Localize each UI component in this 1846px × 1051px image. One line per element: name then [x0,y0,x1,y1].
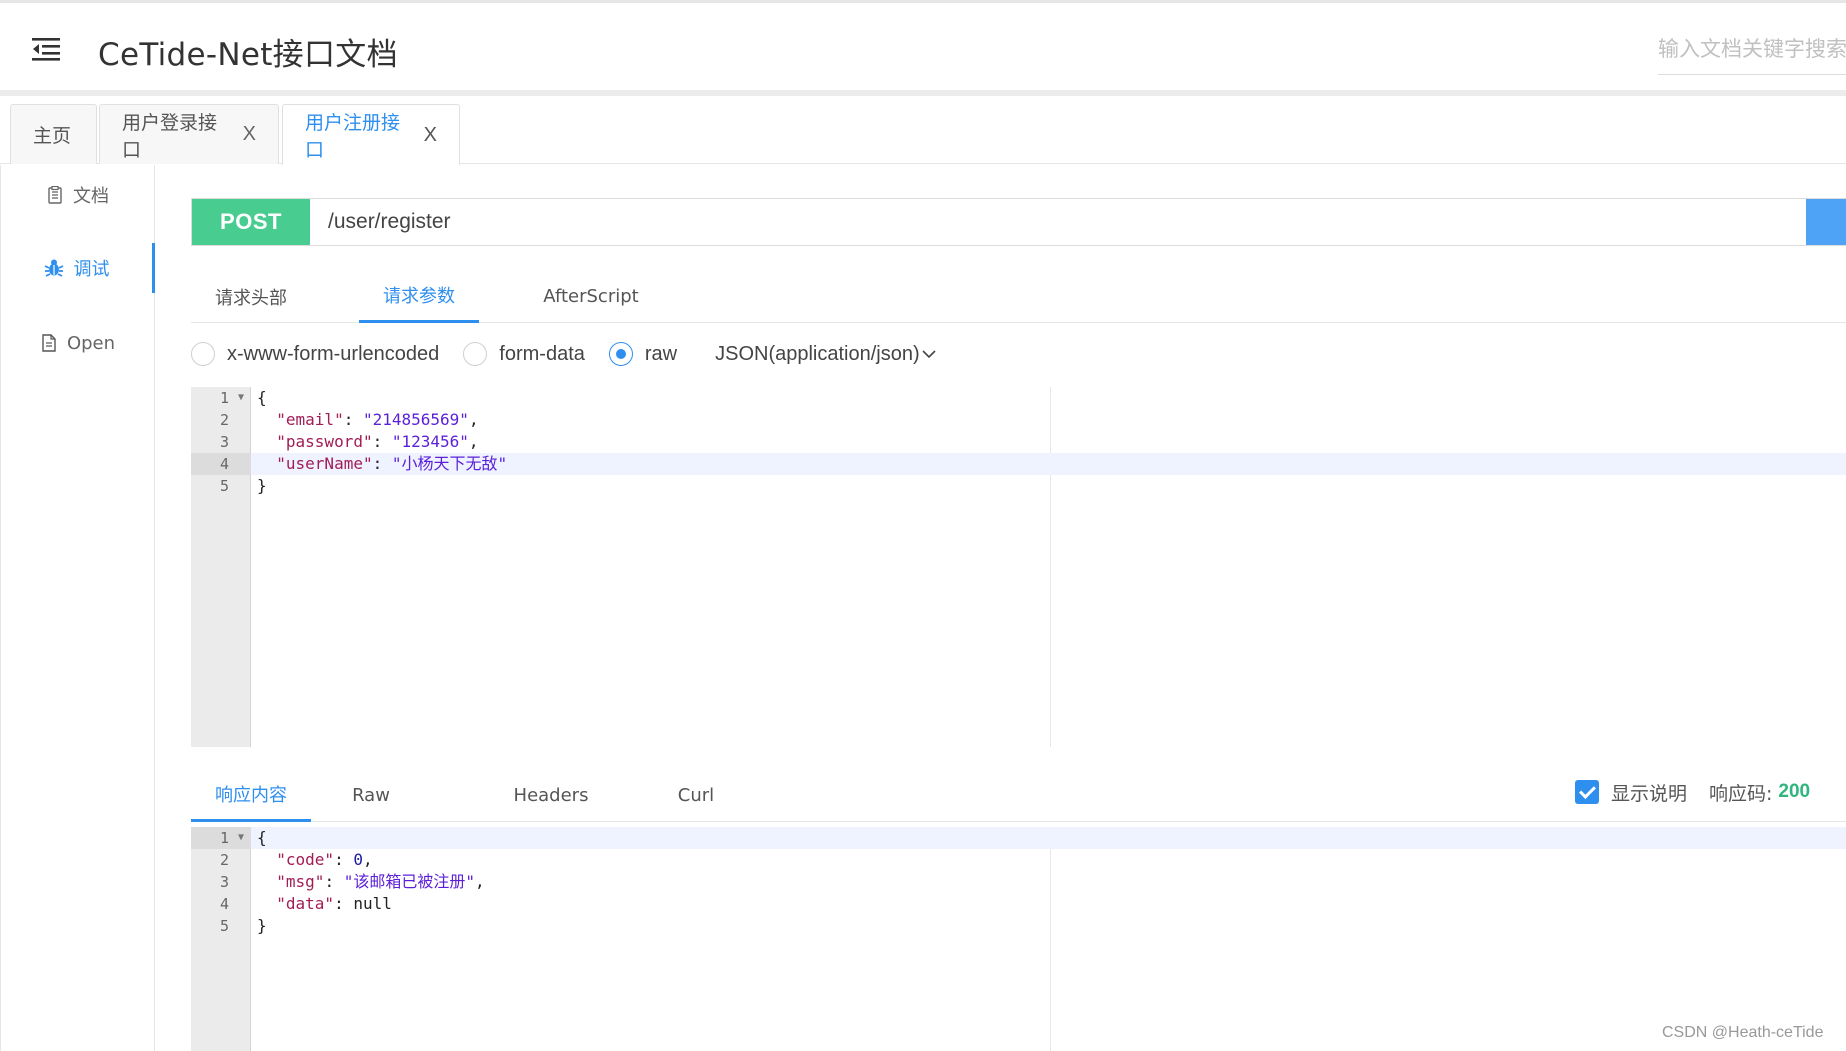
line-number: 2 [219,411,229,429]
code-line: 5 } [191,915,1846,937]
tab-home[interactable]: 主页 [10,104,97,164]
line-number: 4 [191,453,251,475]
radio-label: form-data [499,342,585,365]
json-number: 0 [353,850,363,869]
code-line: 4 "data": null [191,893,1846,915]
tab-request-params[interactable]: 请求参数 [359,270,479,323]
tab-label: 用户注册接口 [305,112,401,161]
show-description-checkbox[interactable] [1575,780,1599,804]
file-icon [41,334,57,352]
sidebar-item-open[interactable]: Open [1,318,155,368]
watermark: CSDN @Heath-ceTide [1662,1024,1824,1041]
sidebar-item-debug[interactable]: 调试 [1,243,155,293]
status-code-label: 响应码: [1709,782,1773,805]
request-url-bar: POST [191,198,1846,246]
line-number: 5 [219,917,229,935]
tab-label: 用户登录接口 [122,111,218,161]
document-icon [47,186,63,204]
json-null: null [353,894,392,913]
request-body-editor[interactable]: 1 ▼ { 2 "email": "214856569", 3 "passwor… [191,387,1846,747]
code-token: } [257,476,267,495]
search-input[interactable] [1658,29,1846,69]
side-nav: 文档 调试 Open [0,165,155,1051]
json-string: "123456" [391,432,469,451]
code-line-active: 1 ▼ { [191,827,1846,849]
line-number: 3 [219,873,229,891]
bug-icon [44,258,64,278]
top-header: CeTide-Net接口文档 [0,0,1846,96]
tab-label: 主页 [33,125,72,147]
json-key: "msg" [276,872,325,891]
code-token: { [257,828,267,847]
json-key: "code" [276,850,335,869]
tab-response-curl[interactable]: Curl [656,769,736,822]
chevron-down-icon [922,350,936,359]
code-line: 2 "code": 0, [191,849,1846,871]
json-string: "小杨天下无敌" [391,454,508,473]
tab-response-raw[interactable]: Raw [331,769,411,822]
tab-response-headers[interactable]: Headers [501,769,601,822]
response-meta: 显示说明 响应码: 200 [1575,777,1810,807]
radio-label: raw [644,342,678,365]
fold-arrow-icon[interactable]: ▼ [238,827,244,849]
response-body-editor[interactable]: 1 ▼ { 2 "code": 0, 3 "msg": "该邮箱已被注册", 4… [191,827,1846,1051]
code-token: { [257,388,267,407]
code-line-active: 4 "userName": "小杨天下无敌" [191,453,1846,475]
code-line: 1 ▼ { [191,387,1846,409]
request-tabs: 请求头部 请求参数 AfterScript [191,270,1846,323]
tab-response-content[interactable]: 响应内容 [191,769,311,822]
tab-request-headers[interactable]: 请求头部 [191,270,311,323]
code-line: 5 } [191,475,1846,497]
code-line: 3 "password": "123456", [191,431,1846,453]
json-string: "214856569" [362,410,469,429]
content-type-value: JSON(application/json) [715,342,920,365]
app-window: CeTide-Net接口文档 主页 用户登录接口 X 用户注册接口 X [0,0,1846,1051]
tab-afterscript[interactable]: AfterScript [526,270,656,323]
body-type-selector: x-www-form-urlencoded form-data raw JSON… [191,338,936,370]
radio-button[interactable] [608,342,633,366]
tab-user-register[interactable]: 用户注册接口 X [282,104,460,165]
sidebar-item-label: 调试 [73,259,110,280]
radio-x-www-form-urlencoded[interactable]: x-www-form-urlencoded [191,342,439,366]
method-badge: POST [192,199,310,245]
fold-arrow-icon[interactable]: ▼ [238,387,244,409]
json-key: "email" [276,410,344,429]
content-type-dropdown[interactable]: JSON(application/json) [715,343,936,366]
url-input[interactable] [310,199,1806,245]
line-number: 5 [219,477,229,495]
line-number: 2 [219,851,229,869]
radio-button[interactable] [191,342,215,366]
json-string: "该邮箱已被注册" [343,872,475,891]
menu-toggle-icon[interactable] [30,35,62,63]
send-button[interactable] [1806,199,1846,245]
radio-form-data[interactable]: form-data [463,342,585,366]
search-box [1658,29,1846,75]
line-number: 3 [219,433,229,451]
radio-label: x-www-form-urlencoded [227,342,440,365]
status-code-value: 200 [1778,781,1811,802]
json-key: "password" [276,432,373,451]
radio-button[interactable] [463,342,488,366]
json-key: "userName" [276,454,373,473]
radio-raw[interactable]: raw [608,342,678,366]
show-description-label: 显示说明 [1611,782,1688,805]
line-number: 4 [219,895,229,913]
sidebar-item-label: 文档 [73,186,109,207]
close-icon[interactable]: X [243,123,256,146]
tab-user-login[interactable]: 用户登录接口 X [99,104,279,164]
json-key: "data" [276,894,335,913]
code-token: } [257,916,267,935]
code-line: 3 "msg": "该邮箱已被注册", [191,871,1846,893]
sidebar-item-docs[interactable]: 文档 [1,170,155,220]
close-icon[interactable]: X [424,124,437,147]
app-title: CeTide-Net接口文档 [98,37,398,73]
page-tab-bar: 主页 用户登录接口 X 用户注册接口 X [0,102,1846,165]
code-line: 2 "email": "214856569", [191,409,1846,431]
sidebar-item-label: Open [66,332,116,354]
